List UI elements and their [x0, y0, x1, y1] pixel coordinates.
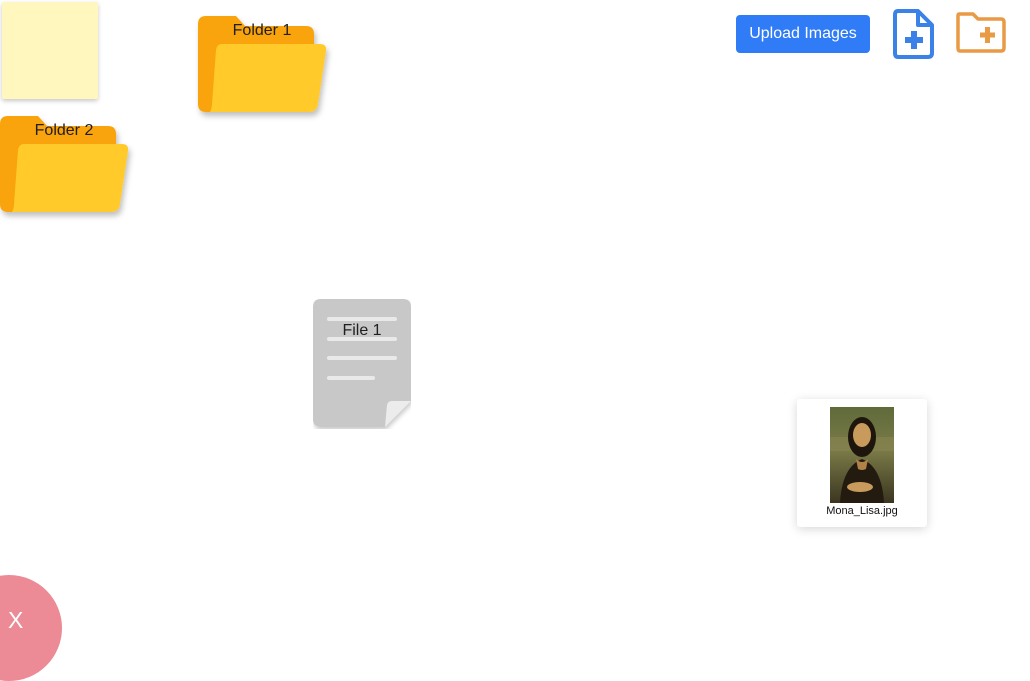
new-file-button[interactable] — [892, 8, 936, 60]
image-file-card[interactable]: Mona_Lisa.jpg — [797, 399, 927, 527]
sticky-note[interactable] — [2, 2, 98, 99]
folder-label: Folder 2 — [34, 122, 94, 139]
file-label: File 1 — [342, 322, 382, 339]
trash-drop-zone[interactable]: X — [0, 575, 62, 681]
file-plus-icon — [893, 9, 934, 59]
close-icon: X — [8, 607, 24, 633]
image-thumbnail — [830, 407, 894, 503]
new-folder-button[interactable] — [955, 11, 1007, 54]
file-1[interactable]: File 1 — [313, 299, 411, 429]
folder-1[interactable]: Folder 1 — [198, 16, 328, 118]
folder-label: Folder 1 — [232, 22, 292, 39]
folder-plus-icon — [956, 12, 1006, 53]
document-icon — [313, 299, 411, 427]
upload-images-button[interactable]: Upload Images — [736, 15, 870, 53]
folder-2[interactable]: Folder 2 — [0, 116, 130, 218]
image-filename: Mona_Lisa.jpg — [826, 505, 898, 517]
